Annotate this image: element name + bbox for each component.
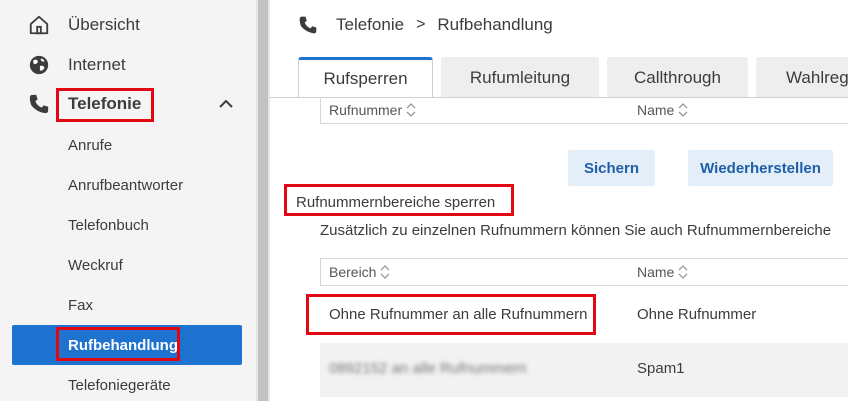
save-button[interactable]: Sichern: [568, 150, 655, 186]
sidebar-subitem-label: Anrufbeantworter: [68, 176, 184, 194]
section-description: Zusätzlich zu einzelnen Rufnummern könne…: [320, 222, 832, 239]
highlight-box: [56, 327, 180, 361]
column-label: Name: [637, 102, 675, 118]
globe-icon: [29, 55, 49, 75]
column-header-bereich[interactable]: Bereich: [329, 264, 390, 280]
highlight-box: [56, 88, 154, 122]
sidebar: Übersicht Internet Telefonie Anrufe Anru…: [0, 0, 256, 401]
table-row[interactable]: 0892152 an alle Rufnummern Spam1: [320, 343, 848, 397]
column-label: Bereich: [329, 264, 377, 280]
breadcrumb-page: Rufbehandlung: [437, 15, 553, 34]
sidebar-item-label: Internet: [68, 55, 126, 74]
restore-button[interactable]: Wiederherstellen: [688, 150, 833, 186]
breadcrumb-separator: >: [416, 16, 426, 33]
sidebar-subitem-label: Telefonbuch: [68, 216, 149, 234]
sidebar-subitem-telefonbuch[interactable]: Telefonbuch: [0, 207, 256, 243]
tab-callthrough[interactable]: Callthrough: [607, 57, 748, 98]
sidebar-subitem-fax[interactable]: Fax: [0, 287, 256, 323]
tab-rufumleitung[interactable]: Rufumleitung: [441, 57, 599, 98]
sidebar-item-internet[interactable]: Internet: [0, 47, 256, 83]
breadcrumb: Telefonie > Rufbehandlung: [298, 14, 553, 36]
sidebar-subitem-label: Weckruf: [68, 256, 123, 274]
sidebar-scrollbar[interactable]: [256, 0, 270, 401]
table-header: Rufnummer Name: [320, 98, 848, 124]
scrollbar-thumb[interactable]: [258, 0, 268, 401]
sidebar-subitem-label: Fax: [68, 296, 94, 314]
tab-bar: Rufsperren Rufumleitung Callthrough Wahl…: [298, 57, 848, 98]
sidebar-item-uebersicht[interactable]: Übersicht: [0, 7, 256, 43]
sidebar-subitem-telefoniegeraete[interactable]: Telefoniegeräte: [0, 367, 256, 401]
sort-icon: [678, 103, 688, 117]
home-icon: [29, 15, 49, 35]
phone-icon: [29, 94, 49, 114]
table-header: Bereich Name: [320, 258, 848, 286]
range-cell: 0892152 an alle Rufnummern: [329, 360, 527, 377]
name-cell: Ohne Rufnummer: [637, 306, 757, 323]
column-header-name[interactable]: Name: [637, 264, 688, 280]
column-header-name[interactable]: Name: [637, 102, 688, 118]
phone-icon: [299, 16, 317, 34]
column-header-rufnummer[interactable]: Rufnummer: [329, 102, 416, 118]
sort-icon: [678, 265, 688, 279]
page-header: Telefonie > Rufbehandlung Rufsperren Ruf…: [270, 0, 848, 98]
breadcrumb-section[interactable]: Telefonie: [336, 15, 404, 35]
sort-icon: [381, 265, 390, 279]
column-label: Rufnummer: [329, 102, 403, 118]
sidebar-subitem-label: Telefoniegeräte: [68, 376, 171, 394]
sort-icon: [406, 103, 416, 117]
highlight-box: [306, 294, 596, 335]
chevron-up-icon[interactable]: [218, 96, 234, 112]
name-cell: Spam1: [637, 360, 685, 377]
tab-rufsperren[interactable]: Rufsperren: [298, 57, 433, 98]
tab-wahlregeln[interactable]: Wahlrege: [756, 57, 848, 98]
highlight-box: [284, 184, 514, 216]
sidebar-subitem-anrufe[interactable]: Anrufe: [0, 127, 256, 163]
column-label: Name: [637, 264, 675, 280]
sidebar-subitem-weckruf[interactable]: Weckruf: [0, 247, 256, 283]
sidebar-item-label: Übersicht: [68, 15, 140, 34]
sidebar-subitem-label: Anrufe: [68, 136, 113, 154]
main-content: Rufnummer Name Sichern Wiederherstellen …: [270, 98, 848, 401]
sidebar-subitem-anrufbeantworter[interactable]: Anrufbeantworter: [0, 167, 256, 203]
